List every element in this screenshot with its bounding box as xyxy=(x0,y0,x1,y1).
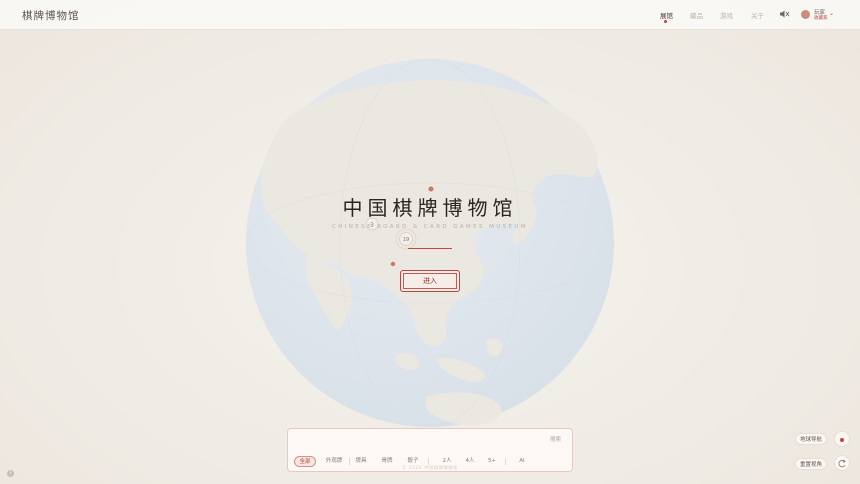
user-avatar[interactable] xyxy=(801,10,810,19)
nav-exhibition[interactable]: 展馆 xyxy=(660,10,673,20)
search-input[interactable] xyxy=(298,433,518,447)
chip-separator xyxy=(505,458,506,465)
reset-view-button[interactable]: 重置视角 xyxy=(795,458,828,470)
nav-collection[interactable]: 藏品 xyxy=(690,10,703,20)
record-button[interactable] xyxy=(834,431,850,447)
nav-about[interactable]: 关于 xyxy=(751,10,764,20)
nav-games[interactable]: 游戏 xyxy=(720,10,733,20)
chip-separator xyxy=(428,458,429,465)
enter-button[interactable]: 进入 xyxy=(400,270,460,292)
user-title: 收藏家 xyxy=(814,16,828,21)
chevron-down-icon[interactable]: ⌄ xyxy=(829,10,834,17)
copyright-text: © 2024 中国棋牌博物馆 xyxy=(402,465,458,470)
top-navigation-bar: 棋牌博物馆 展馆 藏品 游戏 关于 玩家 收藏家 ⌄ xyxy=(0,0,860,30)
rotate-icon xyxy=(838,459,846,468)
search-button[interactable]: 搜索 xyxy=(550,435,561,443)
globe-marker-north[interactable] xyxy=(428,186,434,192)
record-icon xyxy=(840,438,844,442)
globe-guide-button[interactable]: 地球导航 xyxy=(795,433,828,445)
hero-subtitle: CHINESE BOARD & CARD GAMES MUSEUM xyxy=(331,224,529,230)
globe-marker-19-label: 19 xyxy=(403,237,409,243)
hero-title: 中国棋牌博物馆 xyxy=(342,196,518,220)
chip-separator xyxy=(349,458,350,465)
info-icon[interactable]: i xyxy=(7,470,14,477)
speaker-icon[interactable] xyxy=(780,10,790,18)
site-logo[interactable]: 棋牌博物馆 xyxy=(22,8,80,23)
globe-marker-south[interactable] xyxy=(390,261,396,267)
globe[interactable]: 3 19 xyxy=(246,59,614,427)
hero-divider xyxy=(408,248,452,249)
rotate-button[interactable] xyxy=(834,455,850,471)
nav-active-indicator xyxy=(664,20,667,23)
